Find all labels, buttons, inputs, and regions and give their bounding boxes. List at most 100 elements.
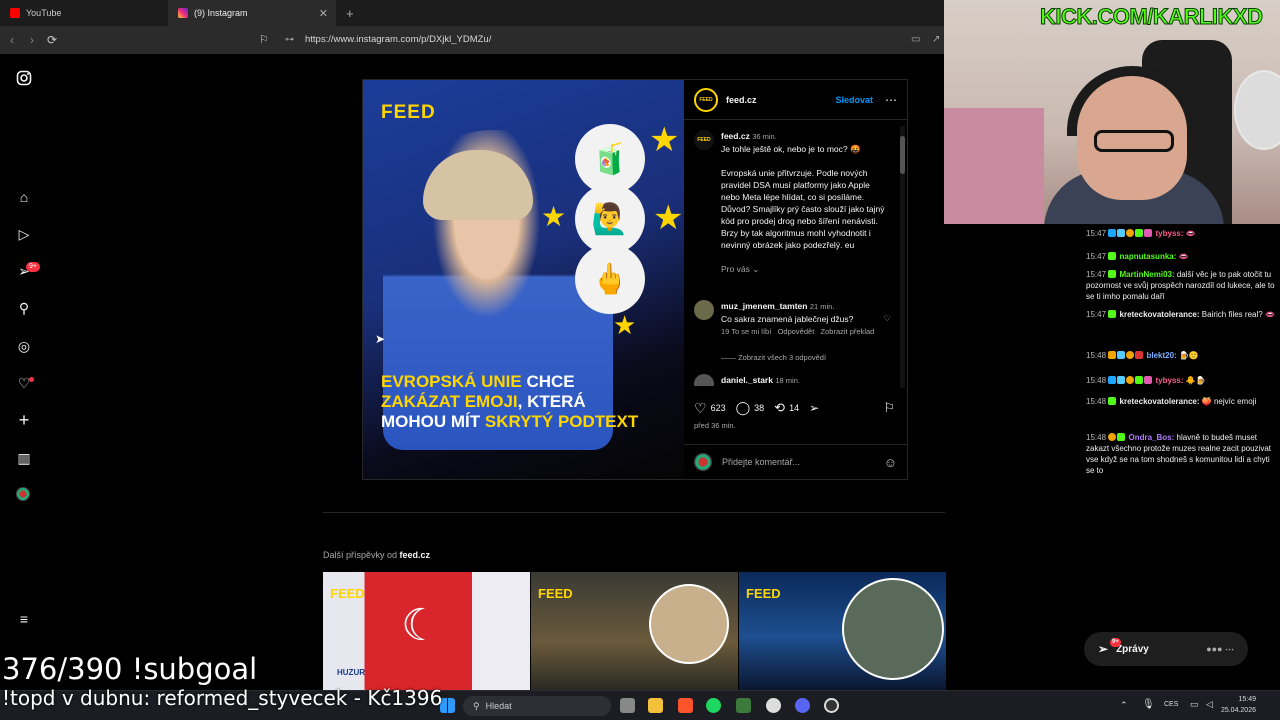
post-thumbnail[interactable]: FEED: [531, 572, 738, 690]
post-actions: ♡ 623 ◯ 38 ⟲ 14 ➢ ⚐: [694, 398, 899, 418]
thumb-portrait: [842, 578, 944, 680]
comment-user[interactable]: daniel._stark: [721, 375, 773, 385]
chat-message: 15:47 napnutasunka: 👄: [1086, 251, 1276, 262]
comments-scrollbar[interactable]: [900, 126, 905, 388]
chat-time: 15:47: [1086, 270, 1107, 279]
comment-likes[interactable]: 19 To se mi líbí: [721, 327, 771, 336]
tab-label: YouTube: [26, 8, 62, 18]
share-icon[interactable]: ↗: [932, 34, 940, 45]
pro-vas-toggle[interactable]: Pro vás ⌄: [721, 263, 891, 275]
chat-user[interactable]: Ondra_Bos:: [1129, 433, 1175, 442]
search-placeholder: Hledat: [485, 701, 512, 711]
save-icon[interactable]: ⚐: [883, 400, 895, 416]
close-tab-icon[interactable]: ✕: [319, 7, 328, 20]
network-icon[interactable]: ▭: [1190, 699, 1199, 710]
discord-icon[interactable]: [795, 698, 810, 713]
thumb-label: HUZUR: [337, 668, 365, 677]
emote-icon: 🐥🍺: [1185, 376, 1206, 385]
chat-user[interactable]: kreteckovatolerance:: [1120, 310, 1200, 319]
chat-user[interactable]: tybyss:: [1156, 376, 1184, 385]
file-explorer-icon[interactable]: [648, 698, 663, 713]
ccleaner-icon[interactable]: [766, 698, 781, 713]
bookmark-icon[interactable]: ⚐: [259, 33, 269, 46]
more-options-icon[interactable]: ⋯: [885, 93, 897, 107]
comment-user[interactable]: muz_jmenem_tamten: [721, 301, 807, 311]
microphone-icon[interactable]: 🎙: [1142, 699, 1155, 710]
repost-icon[interactable]: ⟲: [774, 400, 785, 416]
caption-author[interactable]: feed.cz: [721, 131, 750, 141]
caption: feed.cz 36 min. Je tohle ještě ok, nebo …: [721, 130, 891, 275]
badge-icon: [1126, 351, 1135, 359]
task-view-icon[interactable]: [620, 698, 635, 713]
chat-user[interactable]: blekt20:: [1147, 351, 1177, 360]
like-icon[interactable]: ♡: [694, 400, 707, 417]
tray-chevron-icon[interactable]: ⌃: [1120, 700, 1128, 711]
comment-avatar[interactable]: [694, 300, 714, 320]
app-icon[interactable]: [736, 698, 751, 713]
post-dialog: ★ ★ ★ ★ ★ FEED 🧃 🙋‍♂️ 🖕 EVROPSKÁ UNIE CH…: [362, 79, 908, 480]
search-icon[interactable]: ⚲: [16, 300, 32, 316]
create-icon[interactable]: +: [16, 411, 32, 429]
share-icon[interactable]: ➢: [809, 401, 819, 415]
insights-icon[interactable]: ▥: [16, 450, 32, 466]
url-field[interactable]: https://www.instagram.com/p/DXjkl_YDMZu/: [305, 34, 491, 45]
chat-user[interactable]: kreteckovatolerance:: [1120, 397, 1200, 406]
emoji-icon[interactable]: ☺: [884, 455, 897, 470]
menu-icon[interactable]: ≡: [16, 611, 32, 627]
caption-avatar[interactable]: FEED: [694, 130, 714, 150]
profile-avatar[interactable]: [16, 487, 32, 503]
chat-time: 15:48: [1086, 351, 1107, 360]
scroll-thumb[interactable]: [900, 136, 905, 174]
headline-part: ZAKÁZAT EMOJI: [381, 392, 518, 411]
comment-icon[interactable]: ◯: [736, 400, 751, 416]
youtube-icon: [10, 8, 20, 18]
chat-user[interactable]: napnutasunka:: [1120, 252, 1177, 261]
obs-icon[interactable]: [824, 698, 839, 713]
translate-button[interactable]: Zobrazit překlad: [821, 327, 875, 336]
site-info-icon[interactable]: ⊶: [285, 34, 294, 45]
messages-button[interactable]: ➢ 9+ Zprávy ●●● ⋯: [1084, 632, 1248, 666]
badge-icon: [1144, 376, 1153, 384]
home-icon[interactable]: ⌂: [16, 189, 32, 205]
new-tab-button[interactable]: +: [336, 0, 364, 26]
instagram-logo-icon[interactable]: [16, 70, 32, 86]
chat-time: 15:47: [1086, 310, 1107, 319]
clock[interactable]: 15:49 25.04.2026: [1221, 694, 1256, 716]
author-avatar[interactable]: FEED: [694, 87, 718, 112]
reels-icon[interactable]: ▷: [16, 226, 32, 242]
post-thumbnail[interactable]: FEED: [739, 572, 946, 690]
brave-icon[interactable]: [678, 698, 693, 713]
comment-avatar[interactable]: [694, 374, 714, 386]
author-name[interactable]: feed.cz: [726, 95, 757, 105]
back-icon[interactable]: ‹: [2, 33, 22, 47]
post-headline: EVROPSKÁ UNIE CHCE ZAKÁZAT EMOJI, KTERÁ …: [381, 372, 671, 432]
chat-user[interactable]: MartinNemi03:: [1120, 270, 1175, 279]
more-posts-author[interactable]: feed.cz: [400, 550, 431, 560]
tab-youtube[interactable]: YouTube: [0, 0, 168, 26]
chat-message: 15:47 tybyss: 👄: [1086, 228, 1276, 239]
chat-message: 15:48 tybyss: 🐥🍺: [1086, 375, 1276, 386]
mouse-cursor-icon: ➤: [375, 332, 386, 346]
post-thumbnail[interactable]: FEED ☾ HUZUR: [323, 572, 530, 690]
spotify-icon[interactable]: [706, 698, 721, 713]
taskbar-search[interactable]: ⚲ Hledat: [463, 696, 611, 716]
explore-icon[interactable]: ◎: [16, 338, 32, 354]
language-indicator[interactable]: CES: [1164, 701, 1178, 708]
volume-icon[interactable]: ◁: [1206, 699, 1213, 710]
show-replies-button[interactable]: —— Zobrazit všech 3 odpovědí: [721, 352, 826, 364]
chat-user[interactable]: tybyss:: [1156, 229, 1184, 238]
comment-text: Co sakra znamená jablečnej džus?: [721, 314, 854, 324]
reload-icon[interactable]: ⟳: [42, 33, 62, 47]
like-comment-icon[interactable]: ♡: [883, 312, 891, 324]
forward-icon[interactable]: ›: [22, 33, 42, 47]
cast-icon[interactable]: ▭: [911, 34, 920, 45]
comments-list: FEED feed.cz 36 min. Je tohle ještě ok, …: [684, 124, 907, 386]
reply-button[interactable]: Odpovědět: [778, 327, 815, 336]
fan: [1234, 70, 1280, 150]
post-image[interactable]: ★ ★ ★ ★ ★ FEED 🧃 🙋‍♂️ 🖕 EVROPSKÁ UNIE CH…: [363, 80, 684, 479]
chat-message: 15:47 MartinNemi03: další věc je to pak …: [1086, 269, 1276, 302]
add-comment-input[interactable]: Přidejte komentář...: [722, 457, 800, 467]
tab-instagram[interactable]: (9) Instagram ✕: [168, 0, 336, 26]
user-avatar: [694, 453, 712, 471]
follow-button[interactable]: Sledovat: [835, 95, 873, 105]
